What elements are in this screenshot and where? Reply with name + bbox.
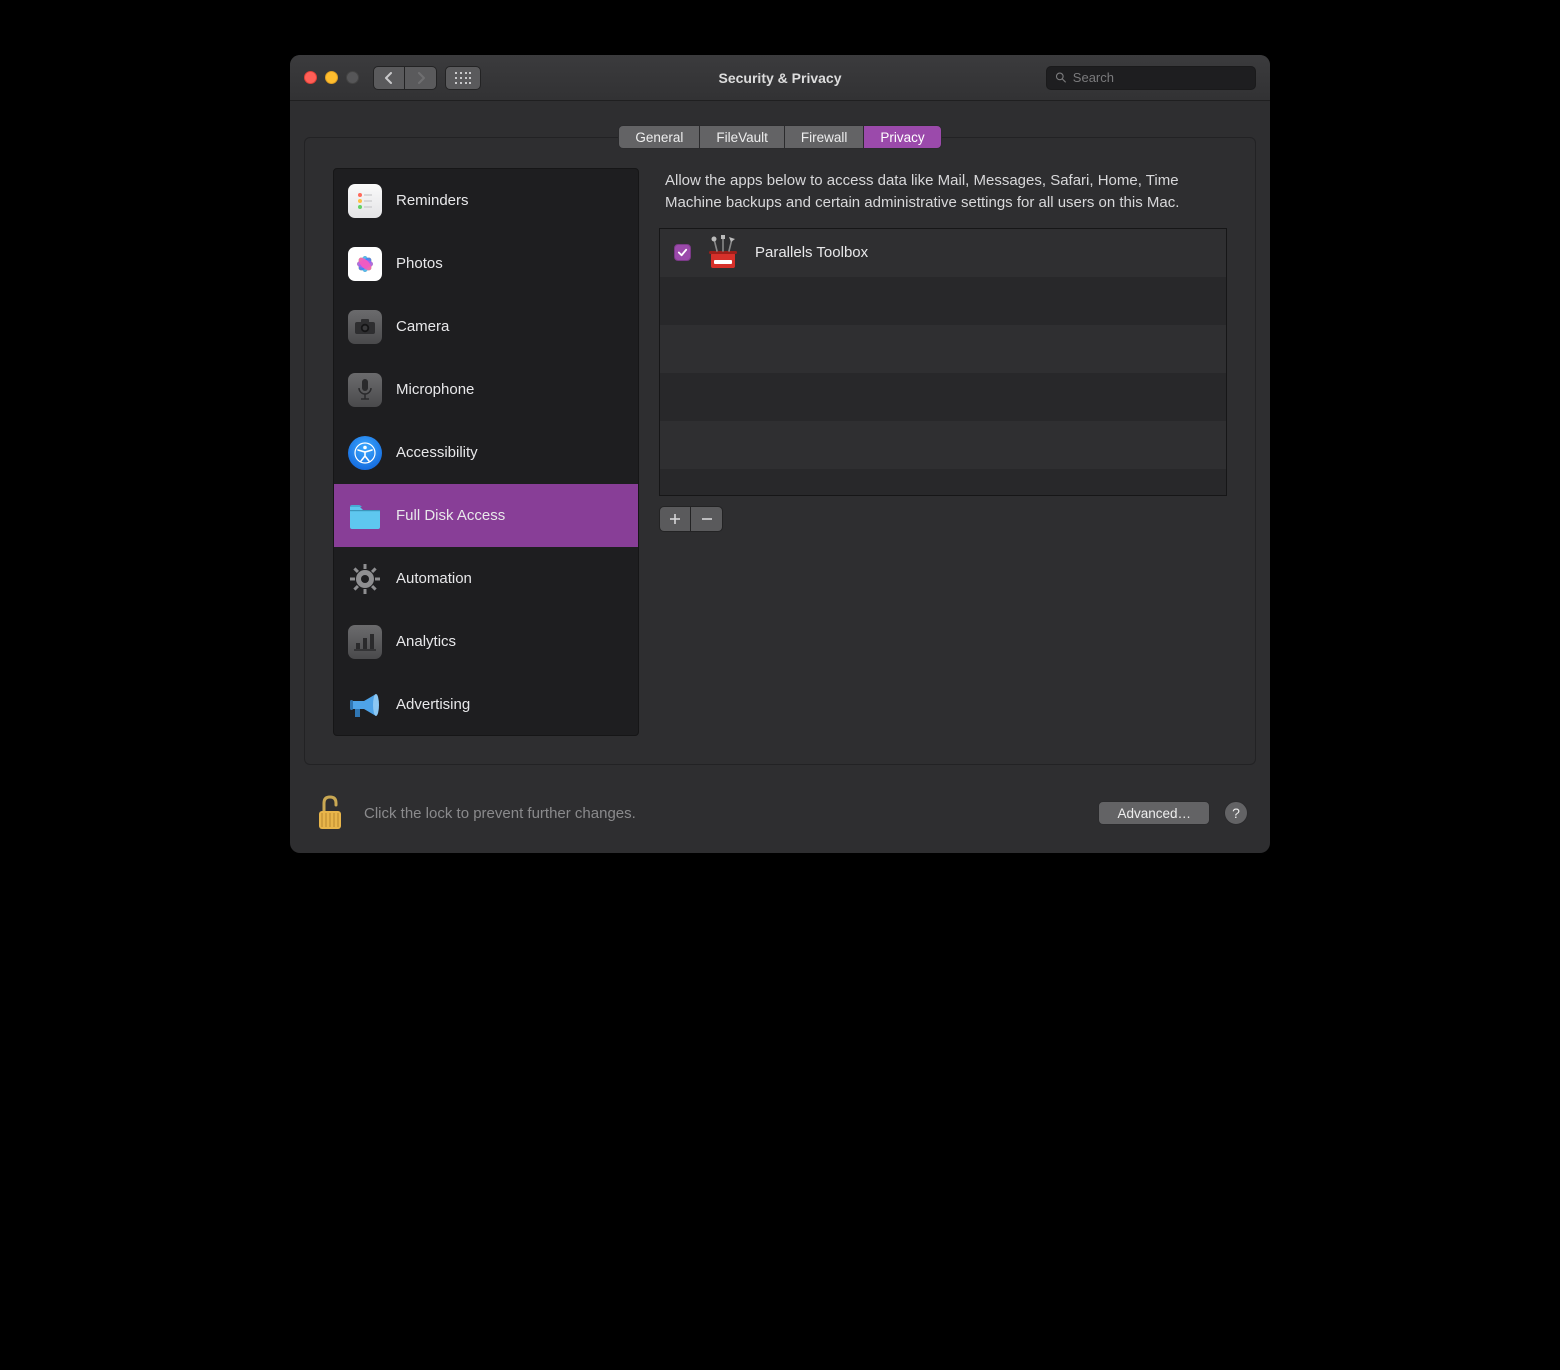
help-button[interactable]: ? — [1224, 801, 1248, 825]
add-button[interactable] — [659, 506, 691, 532]
remove-button[interactable] — [691, 506, 723, 532]
lock-text: Click the lock to prevent further change… — [364, 805, 636, 822]
description-text: Allow the apps below to access data like… — [659, 168, 1227, 228]
advanced-button[interactable]: Advanced… — [1098, 801, 1210, 825]
camera-icon — [348, 310, 382, 344]
app-row-empty — [660, 421, 1226, 469]
detail-pane: Allow the apps below to access data like… — [659, 168, 1227, 736]
checkmark-icon — [677, 247, 688, 258]
sidebar-item-label: Full Disk Access — [396, 507, 505, 524]
sidebar-item-label: Accessibility — [396, 444, 478, 461]
sidebar-item-label: Microphone — [396, 381, 474, 398]
sidebar-item-microphone[interactable]: Microphone — [334, 358, 638, 421]
main-panel: Reminders — [304, 137, 1256, 765]
advertising-icon — [348, 688, 382, 722]
accessibility-icon — [348, 436, 382, 470]
sidebar-item-label: Reminders — [396, 192, 469, 209]
app-label: Parallels Toolbox — [755, 244, 868, 261]
titlebar: Security & Privacy — [290, 55, 1270, 101]
sidebar-item-photos[interactable]: Photos — [334, 232, 638, 295]
window-controls — [304, 71, 359, 84]
zoom-button[interactable] — [346, 71, 359, 84]
sidebar-item-label: Photos — [396, 255, 443, 272]
app-row[interactable]: Parallels Toolbox — [660, 229, 1226, 277]
app-icon — [705, 235, 741, 271]
tab-general[interactable]: General — [618, 125, 699, 149]
show-all-button[interactable] — [445, 66, 481, 90]
sidebar-item-full-disk-access[interactable]: Full Disk Access — [334, 484, 638, 547]
app-checkbox[interactable] — [674, 244, 691, 261]
app-list[interactable]: Parallels Toolbox — [659, 228, 1227, 496]
back-button[interactable] — [373, 66, 405, 90]
chevron-right-icon — [416, 72, 426, 84]
add-remove-controls — [659, 506, 1227, 532]
app-row-empty — [660, 325, 1226, 373]
reminders-icon — [348, 184, 382, 218]
tab-bar: General FileVault Firewall Privacy — [304, 125, 1256, 149]
footer: Click the lock to prevent further change… — [290, 779, 1270, 853]
sidebar-item-label: Advertising — [396, 696, 470, 713]
plus-icon — [669, 513, 681, 525]
window-body: General FileVault Firewall Privacy Remin… — [290, 101, 1270, 779]
forward-button[interactable] — [405, 66, 437, 90]
analytics-icon — [348, 625, 382, 659]
search-field-wrap[interactable] — [1046, 66, 1256, 90]
sidebar-item-automation[interactable]: Automation — [334, 547, 638, 610]
app-row-empty — [660, 373, 1226, 421]
microphone-icon — [348, 373, 382, 407]
search-input[interactable] — [1073, 70, 1247, 85]
folder-icon — [348, 499, 382, 533]
minus-icon — [701, 513, 713, 525]
sidebar-item-accessibility[interactable]: Accessibility — [334, 421, 638, 484]
lock-icon[interactable] — [312, 793, 348, 833]
tab-filevault[interactable]: FileVault — [699, 125, 784, 149]
photos-icon — [348, 247, 382, 281]
app-row-empty — [660, 277, 1226, 325]
tab-privacy[interactable]: Privacy — [863, 125, 941, 149]
preferences-window: Security & Privacy General FileVault Fir… — [290, 55, 1270, 853]
sidebar-item-advertising[interactable]: Advertising — [334, 673, 638, 736]
search-icon — [1055, 71, 1067, 84]
sidebar-item-label: Camera — [396, 318, 449, 335]
tab-firewall[interactable]: Firewall — [784, 125, 864, 149]
minimize-button[interactable] — [325, 71, 338, 84]
nav-buttons — [373, 66, 437, 90]
grid-icon — [455, 72, 471, 84]
sidebar-item-reminders[interactable]: Reminders — [334, 169, 638, 232]
app-row-empty — [660, 469, 1226, 496]
close-button[interactable] — [304, 71, 317, 84]
sidebar-item-analytics[interactable]: Analytics — [334, 610, 638, 673]
sidebar-item-label: Analytics — [396, 633, 456, 650]
category-list[interactable]: Reminders — [333, 168, 639, 736]
sidebar-item-camera[interactable]: Camera — [334, 295, 638, 358]
chevron-left-icon — [384, 72, 394, 84]
automation-icon — [348, 562, 382, 596]
sidebar-item-label: Automation — [396, 570, 472, 587]
